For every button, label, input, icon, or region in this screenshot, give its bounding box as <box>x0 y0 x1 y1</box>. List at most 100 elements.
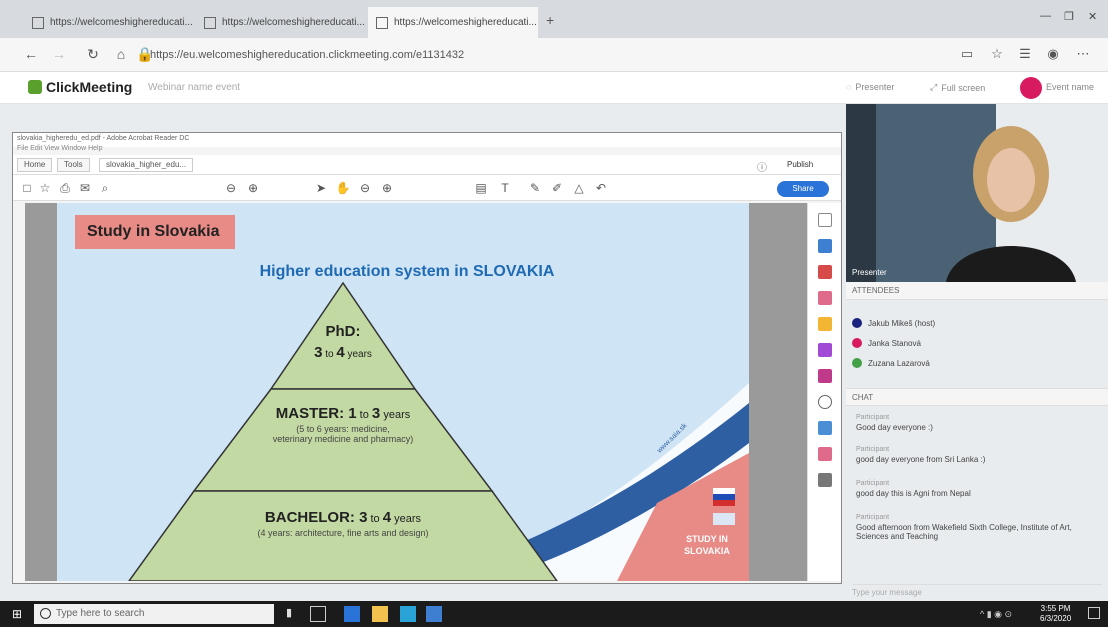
flag-stripe-white <box>713 488 735 494</box>
comment-icon[interactable]: ✎ <box>527 181 543 195</box>
refresh-icon[interactable]: ↻ <box>82 46 104 64</box>
flag-stripe-blue <box>713 494 735 500</box>
fit-icon[interactable]: ▤ <box>473 181 489 195</box>
back-icon[interactable]: ← <box>20 46 42 64</box>
export-pdf-icon[interactable] <box>818 239 832 253</box>
new-tab-button[interactable]: + <box>546 12 554 28</box>
system-tray-icons[interactable]: ^ ▮ ◉ ⊙ <box>980 609 1012 620</box>
viewer-menu-bar[interactable]: File Edit View Window Help <box>13 145 841 155</box>
zoom-out-icon[interactable]: ⊖ <box>357 181 373 195</box>
cortana-icon <box>40 608 51 619</box>
presentation-slide: www.saia.sk Study in Slovakia Higher edu… <box>57 203 749 581</box>
scan-icon[interactable] <box>818 421 832 435</box>
save-icon[interactable]: □ <box>19 181 35 195</box>
select-cursor-icon[interactable]: ➤ <box>313 181 329 195</box>
event-name-label: Event name <box>1046 82 1095 92</box>
app-icon[interactable] <box>426 606 442 622</box>
viewer-toolbar: □ ☆ ⎙ ✉ ⌕ ⊖ ⊕ ➤ ✋ ⊖ ⊕ ▤ T ✎ ✐ △ ↶ Share <box>13 175 841 201</box>
browser-tab[interactable]: https://welcomeshighereducati...× <box>24 7 194 38</box>
page-icon <box>32 16 44 29</box>
more-tools-icon[interactable] <box>818 473 832 487</box>
avatar <box>852 358 862 368</box>
reading-view-icon[interactable]: ▭ <box>958 46 976 64</box>
chat-input[interactable]: Type your message <box>852 584 1102 598</box>
page-up-icon[interactable]: ⊖ <box>223 181 239 195</box>
favorites-list-icon[interactable]: ☰ <box>1016 46 1034 64</box>
chat-message: Participant good day everyone from Sri La… <box>856 446 986 464</box>
avatar <box>852 338 862 348</box>
file-explorer-icon[interactable] <box>372 606 388 622</box>
undo-icon[interactable]: ↶ <box>593 181 609 195</box>
page-icon <box>376 16 388 29</box>
presenter-video[interactable]: Presenter <box>846 104 1108 282</box>
share-button[interactable]: Share <box>777 181 829 197</box>
browser-tab-active[interactable]: https://welcomeshighereducati...× <box>368 7 538 38</box>
avatar <box>852 318 862 328</box>
forward-icon[interactable]: → <box>48 46 70 64</box>
browser-tab-bar: https://welcomeshighereducati...× https:… <box>0 0 1108 38</box>
chat-header[interactable]: CHAT <box>846 388 1108 406</box>
attendee-item[interactable]: Zuzana Lazarová <box>852 358 930 368</box>
notification-icon[interactable] <box>1088 607 1100 619</box>
publish-button[interactable]: Publish <box>787 160 813 169</box>
organize-icon[interactable] <box>818 343 832 357</box>
text-icon[interactable]: T <box>497 181 513 195</box>
attendees-header[interactable]: ATTENDEES <box>846 282 1108 300</box>
home-icon[interactable]: ⌂ <box>110 46 132 64</box>
attendee-item[interactable]: Janka Stanová <box>852 338 921 348</box>
sign-icon[interactable]: △ <box>571 181 587 195</box>
zoom-tool-icon[interactable] <box>818 213 832 227</box>
measure-icon[interactable] <box>818 447 832 461</box>
minimize-button[interactable]: — <box>1040 10 1051 22</box>
create-pdf-icon[interactable] <box>818 265 832 279</box>
fullscreen-icon: ⤢ <box>930 82 938 92</box>
more-icon[interactable]: ⋯ <box>1074 46 1092 64</box>
tab-document[interactable]: slovakia_higher_edu... <box>99 158 194 172</box>
side-tools-panel <box>807 203 841 581</box>
study-in-slovakia-tag: STUDY IN SLOVAKIA <box>684 534 730 556</box>
maximize-button[interactable]: ❐ <box>1064 10 1074 23</box>
print-icon[interactable]: ⎙ <box>57 181 73 196</box>
page-icon <box>204 16 216 29</box>
attendee-item[interactable]: Jakub Mikeš (host) <box>852 318 935 328</box>
flag-stripe-red <box>713 500 735 506</box>
mic-icon[interactable]: ▮ <box>286 606 302 622</box>
event-title: Webinar name event <box>148 82 241 93</box>
url-field[interactable]: https://eu.welcomeshighereducation.click… <box>150 46 850 64</box>
viewer-tab-strip: Home Tools slovakia_higher_edu... ⓘ Publ… <box>13 155 841 175</box>
comment-tool-icon[interactable] <box>818 317 832 331</box>
edit-pdf-icon[interactable] <box>818 291 832 305</box>
fullscreen-toggle[interactable]: ⤢ Full screen <box>930 82 985 93</box>
tab-home[interactable]: Home <box>17 158 53 172</box>
page-down-icon[interactable]: ⊕ <box>245 181 261 195</box>
clock[interactable]: 3:55 PM 6/3/2020 <box>1040 604 1071 624</box>
hand-tool-icon[interactable]: ✋ <box>335 181 351 195</box>
close-window-button[interactable]: ✕ <box>1088 10 1097 23</box>
store-icon[interactable] <box>400 606 416 622</box>
presenter-toggle[interactable]: ◌ Presenter <box>846 82 894 92</box>
tab-tools[interactable]: Tools <box>57 158 90 172</box>
mail-icon[interactable]: ✉ <box>77 181 93 195</box>
edge-icon[interactable] <box>344 606 360 622</box>
user-icon: ◌ <box>846 82 852 92</box>
study-banner: Study in Slovakia <box>75 215 235 249</box>
avatar[interactable] <box>1020 77 1042 99</box>
browser-tab[interactable]: https://welcomeshighereducati...× <box>196 7 366 38</box>
fill-sign-icon[interactable] <box>818 369 832 383</box>
zoom-in-icon[interactable]: ⊕ <box>379 181 395 195</box>
star-icon[interactable]: ☆ <box>37 181 53 195</box>
taskbar: ⊞ Type here to search ▮ ^ ▮ ◉ ⊙ 3:55 PM 6… <box>0 601 1108 627</box>
page-margin-left <box>25 203 57 581</box>
draw-icon[interactable]: ✐ <box>549 181 565 195</box>
windows-start-icon[interactable]: ⊞ <box>12 607 26 621</box>
page-margin-right <box>749 203 807 581</box>
protect-icon[interactable] <box>818 395 832 409</box>
search-icon[interactable]: ⌕ <box>97 181 113 196</box>
task-view-icon[interactable] <box>310 606 326 622</box>
help-icon[interactable]: ⓘ <box>757 159 767 174</box>
favorite-icon[interactable]: ☆ <box>988 46 1006 64</box>
profile-icon[interactable]: ◉ <box>1044 46 1062 64</box>
chat-message: Participant Good day everyone :) <box>856 414 933 432</box>
phd-level: PhD: 3 to 4 years <box>314 323 372 361</box>
taskbar-search[interactable]: Type here to search <box>34 604 274 624</box>
